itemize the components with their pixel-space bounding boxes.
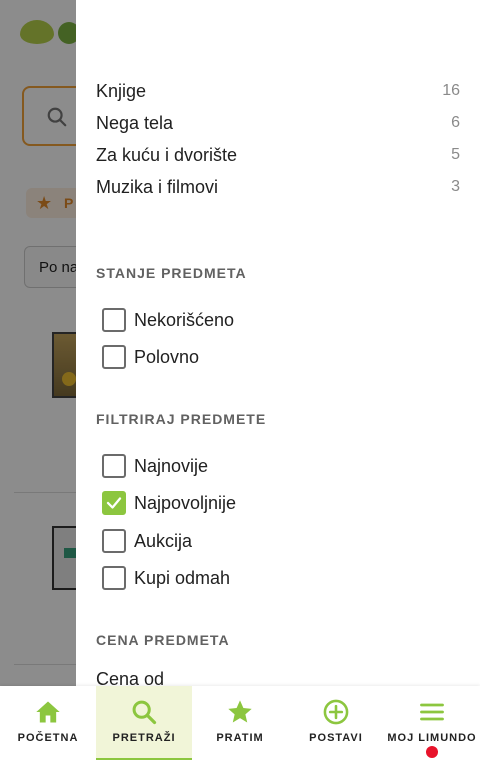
checkbox-label: Polovno xyxy=(134,346,200,367)
checkbox-najnovije[interactable]: Najnovije xyxy=(102,450,208,482)
section-title-price: CENA PREDMETA xyxy=(96,632,230,648)
category-name: Za kuću i dvorište xyxy=(96,144,238,165)
nav-item-postavi[interactable]: POSTAVI xyxy=(288,686,384,760)
category-count: 3 xyxy=(451,178,460,195)
category-item-knjige[interactable]: Knjige 16 xyxy=(96,75,460,107)
checkbox-nekorisceno[interactable]: Nekorišćeno xyxy=(102,304,234,336)
checkbox-label: Najnovije xyxy=(134,455,209,476)
nav-item-moj-limundo[interactable]: MOJ LIMUNDO xyxy=(384,686,480,760)
nav-label: POSTAVI xyxy=(309,732,363,744)
checkbox-box[interactable] xyxy=(102,529,126,553)
search-icon xyxy=(132,700,157,725)
home-icon xyxy=(36,701,60,723)
checkbox-box[interactable] xyxy=(102,566,126,590)
category-name: Knjige xyxy=(96,80,147,101)
checkmark-icon xyxy=(106,497,122,509)
checkbox-box[interactable] xyxy=(102,308,126,332)
checkbox-box[interactable] xyxy=(102,345,126,369)
category-name: Muzika i filmovi xyxy=(96,176,219,197)
section-title-filter: FILTRIRAJ PREDMETE xyxy=(96,411,267,427)
nav-label: MOJ LIMUNDO xyxy=(387,732,477,744)
plus-circle-icon xyxy=(323,699,349,725)
category-item-nega-tela[interactable]: Nega tela 6 xyxy=(96,107,460,139)
category-count: 16 xyxy=(442,82,460,99)
star-icon xyxy=(228,700,252,723)
checkbox-box-checked[interactable] xyxy=(102,491,126,515)
notification-dot xyxy=(426,746,438,758)
section-title-condition: STANJE PREDMETA xyxy=(96,265,247,281)
category-item-muzika[interactable]: Muzika i filmovi 3 xyxy=(96,171,460,203)
nav-item-pretrazi[interactable]: PRETRAŽI xyxy=(96,686,192,760)
checkbox-kupi-odmah[interactable]: Kupi odmah xyxy=(102,562,230,594)
checkbox-label: Kupi odmah xyxy=(134,567,231,588)
checkbox-label: Nekorišćeno xyxy=(134,309,235,330)
nav-item-pratim[interactable]: PRATIM xyxy=(192,686,288,760)
filter-drawer: Knjige 16 Nega tela 6 Za kuću i dvorište… xyxy=(76,0,480,686)
category-item-za-kucu[interactable]: Za kuću i dvorište 5 xyxy=(96,139,460,171)
menu-icon xyxy=(420,703,444,721)
checkbox-polovno[interactable]: Polovno xyxy=(102,341,199,373)
nav-item-pocetna[interactable]: POČETNA xyxy=(0,686,96,760)
checkbox-label: Aukcija xyxy=(134,530,193,551)
checkbox-label: Najpovoljnije xyxy=(134,492,237,513)
category-count: 6 xyxy=(451,114,460,131)
checkbox-box[interactable] xyxy=(102,454,126,478)
nav-label: PRATIM xyxy=(216,732,264,744)
checkbox-aukcija[interactable]: Aukcija xyxy=(102,525,192,557)
nav-label: PRETRAŽI xyxy=(112,732,176,744)
price-from-label: Cena od xyxy=(96,669,165,686)
category-count: 5 xyxy=(451,146,460,163)
bottom-navigation: POČETNA PRETRAŽI PRATIM POSTAVI MOJ LIMU… xyxy=(0,686,480,760)
nav-label: POČETNA xyxy=(17,732,79,744)
checkbox-najpovoljnije[interactable]: Najpovoljnije xyxy=(102,487,236,519)
category-name: Nega tela xyxy=(96,112,174,133)
